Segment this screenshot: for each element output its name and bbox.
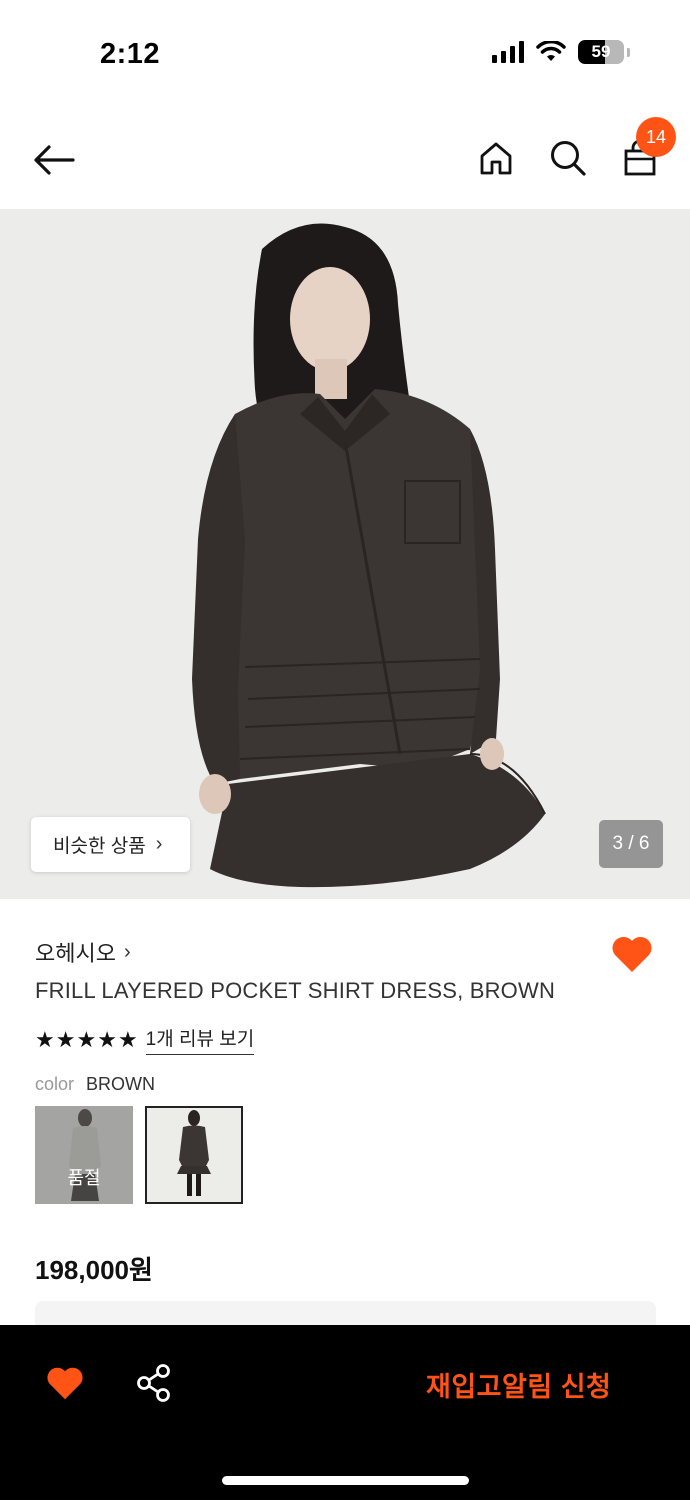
star-icon: ★ <box>35 1026 55 1052</box>
share-icon <box>137 1364 170 1402</box>
status-bar: 2:12 59 <box>0 0 690 110</box>
star-icon: ★ <box>117 1026 138 1052</box>
brand-link[interactable]: 오헤시오 › <box>35 936 131 968</box>
heart-icon <box>47 1367 83 1400</box>
wishlist-button-bottom[interactable] <box>46 1365 84 1401</box>
bottom-action-bar: 재입고알림 신청 <box>0 1325 690 1500</box>
color-swatch-soldout[interactable]: 품절 <box>35 1106 133 1204</box>
color-row: color BROWN <box>35 1074 155 1095</box>
back-button[interactable] <box>30 138 78 182</box>
battery-tip <box>627 47 630 57</box>
star-icon: ★ <box>55 1026 76 1052</box>
swatch-thumbnail <box>147 1108 241 1202</box>
home-indicator <box>222 1476 469 1485</box>
similar-products-button[interactable]: 비슷한 상품 › <box>31 817 190 872</box>
chevron-right-icon: › <box>123 940 131 963</box>
image-pager: 3 / 6 <box>599 820 663 868</box>
wishlist-button[interactable] <box>611 934 653 974</box>
status-time: 2:12 <box>100 38 161 70</box>
chevron-right-icon: › <box>155 833 163 855</box>
similar-products-label: 비슷한 상품 <box>53 836 146 857</box>
top-nav: 14 <box>0 110 690 208</box>
home-icon <box>480 142 512 175</box>
cart-count-badge: 14 <box>636 117 676 157</box>
product-price: 198,000원 <box>35 1255 153 1285</box>
product-title: FRILL LAYERED POCKET SHIRT DRESS, BROWN <box>35 978 556 1003</box>
product-image[interactable] <box>0 209 690 899</box>
wifi-icon <box>536 41 566 61</box>
rating-row: ★ ★ ★ ★ ★ 1개 리뷰 보기 <box>35 1024 255 1055</box>
arrow-left-icon <box>34 145 75 175</box>
model-photo <box>0 209 690 899</box>
color-label: color <box>35 1074 75 1094</box>
search-button[interactable] <box>546 136 590 180</box>
restock-alert-button[interactable]: 재입고알림 신청 <box>426 1365 611 1404</box>
status-icons: 59 <box>492 40 630 64</box>
cellular-signal-icon <box>492 41 524 63</box>
heart-icon <box>612 936 652 972</box>
share-button[interactable] <box>135 1363 173 1403</box>
color-swatch-brown-selected[interactable] <box>145 1106 243 1204</box>
star-icon: ★ <box>76 1026 97 1052</box>
battery-level: 59 <box>591 42 611 61</box>
brand-name: 오헤시오 <box>35 941 116 966</box>
battery-icon: 59 <box>578 40 624 64</box>
star-icon: ★ <box>97 1026 117 1052</box>
home-button[interactable] <box>474 136 518 180</box>
color-value: BROWN <box>86 1074 156 1094</box>
review-link[interactable]: 1개 리뷰 보기 <box>145 1024 255 1055</box>
soldout-label: 품절 <box>67 1168 101 1188</box>
star-rating: ★ ★ ★ ★ ★ <box>35 1026 138 1052</box>
search-icon <box>551 141 586 176</box>
